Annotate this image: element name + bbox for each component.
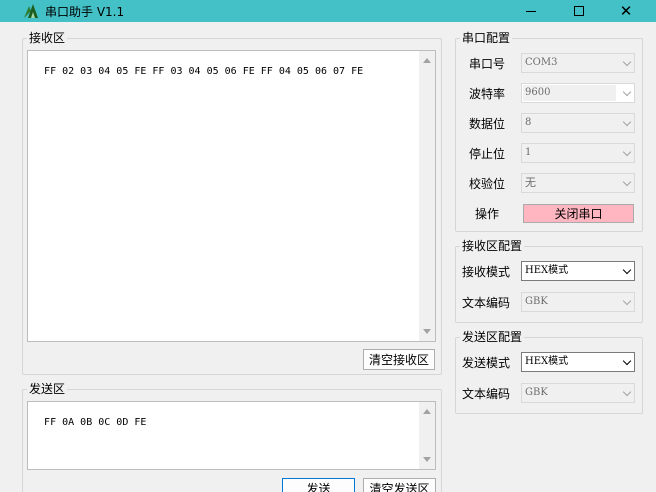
close-port-button[interactable]: 关闭串口 [523, 204, 634, 223]
baud-value: 9600 [525, 87, 551, 98]
recv-config-title: 接收区配置 [460, 239, 525, 253]
scroll-down-arrow-icon[interactable] [423, 457, 431, 462]
minimize-button[interactable] [508, 0, 554, 22]
send-encoding-value: GBK [525, 387, 548, 398]
clear-send-label: 清空发送区 [369, 482, 430, 492]
chevron-down-icon [622, 57, 632, 67]
send-mode-select[interactable]: HEX模式 [521, 352, 635, 372]
baud-combo[interactable]: 9600 [521, 83, 635, 103]
parity-value: 无 [525, 176, 536, 189]
send-mode-label: 发送模式 [462, 356, 511, 370]
databits-select[interactable]: 8 [521, 113, 635, 133]
databits-value: 8 [525, 117, 532, 128]
chevron-down-icon [622, 147, 632, 157]
send-button-label: 发送 [306, 482, 331, 492]
receive-scrollbar[interactable] [419, 51, 435, 341]
databits-label: 数据位 [469, 117, 506, 131]
title-bar[interactable]: 串口助手 V1.1 ✕ [0, 0, 656, 22]
stopbits-value: 1 [525, 147, 532, 158]
close-button[interactable]: ✕ [603, 0, 649, 22]
chevron-down-icon [622, 356, 632, 366]
scroll-up-arrow-icon[interactable] [423, 58, 431, 63]
send-mode-value: HEX模式 [525, 356, 569, 367]
close-port-label: 关闭串口 [554, 207, 603, 221]
maximize-icon [574, 6, 584, 16]
app-logo-icon [24, 4, 38, 18]
chevron-down-icon [622, 387, 632, 397]
baud-label: 波特率 [469, 87, 506, 101]
chevron-down-icon [622, 265, 632, 275]
receive-textarea[interactable]: FF 02 03 04 05 FE FF 03 04 05 06 FE FF 0… [27, 50, 436, 342]
scroll-down-arrow-icon[interactable] [423, 329, 431, 334]
port-value: COM3 [525, 57, 558, 68]
stopbits-select[interactable]: 1 [521, 143, 635, 163]
send-encoding-select[interactable]: GBK [521, 383, 635, 403]
serial-config-title: 串口配置 [460, 31, 513, 45]
recv-encoding-value: GBK [525, 296, 548, 307]
recv-encoding-label: 文本编码 [462, 296, 511, 310]
action-label: 操作 [475, 207, 500, 221]
send-group-title: 发送区 [27, 382, 68, 396]
send-encoding-label: 文本编码 [462, 387, 511, 401]
receive-content: FF 02 03 04 05 FE FF 03 04 05 06 FE FF 0… [44, 66, 364, 77]
close-icon: ✕ [619, 1, 633, 20]
recv-encoding-select[interactable]: GBK [521, 292, 635, 312]
send-config-title: 发送区配置 [460, 330, 525, 344]
baud-input[interactable]: 9600 [523, 85, 616, 101]
maximize-button[interactable] [556, 0, 602, 22]
port-label: 串口号 [469, 57, 506, 71]
send-scrollbar[interactable] [419, 402, 435, 469]
port-select[interactable]: COM3 [521, 53, 635, 73]
stopbits-label: 停止位 [469, 147, 506, 161]
clear-receive-label: 清空接收区 [368, 353, 429, 367]
window-title: 串口助手 V1.1 [45, 5, 125, 19]
parity-select[interactable]: 无 [521, 173, 635, 193]
chevron-down-icon [622, 177, 632, 187]
recv-mode-label: 接收模式 [462, 265, 511, 279]
parity-label: 校验位 [469, 177, 506, 191]
send-button[interactable]: 发送 [282, 478, 355, 492]
chevron-down-icon[interactable] [622, 87, 632, 97]
scroll-up-arrow-icon[interactable] [423, 409, 431, 414]
clear-send-button[interactable]: 清空发送区 [363, 478, 436, 492]
send-textarea[interactable]: FF 0A 0B 0C 0D FE [27, 401, 436, 470]
receive-group-title: 接收区 [27, 31, 68, 45]
chevron-down-icon [622, 117, 632, 127]
send-content: FF 0A 0B 0C 0D FE [44, 417, 147, 428]
chevron-down-icon [622, 296, 632, 306]
minimize-icon [526, 10, 536, 12]
recv-mode-value: HEX模式 [525, 265, 569, 276]
clear-receive-button[interactable]: 清空接收区 [363, 349, 435, 370]
recv-mode-select[interactable]: HEX模式 [521, 261, 635, 281]
